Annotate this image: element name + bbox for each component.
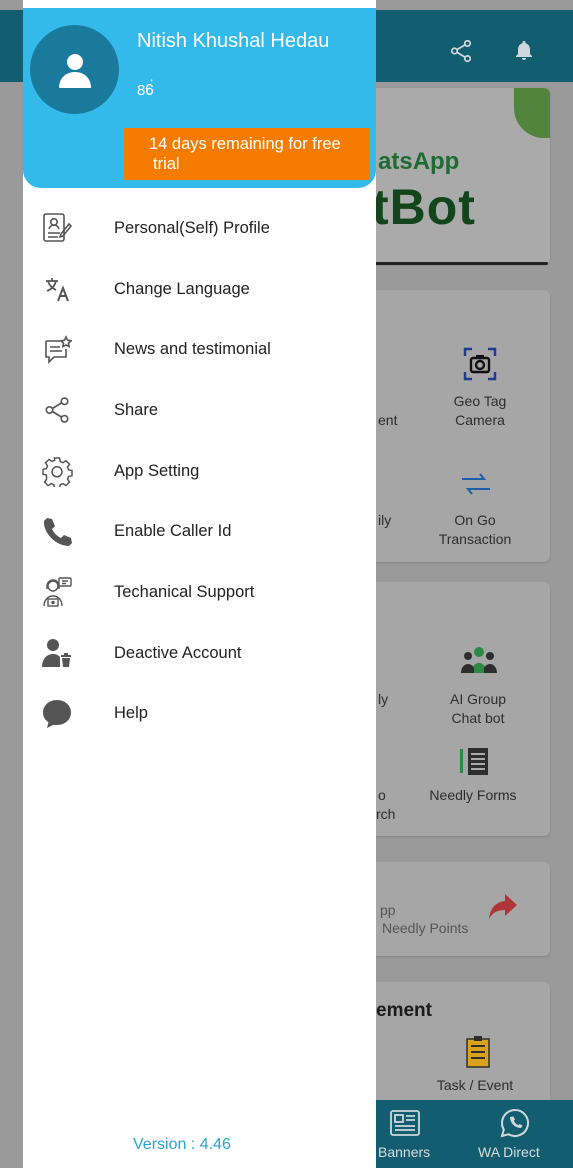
tile-ai-group-label-2: Chat bot — [451, 710, 505, 726]
tile-needly-forms-label: Needly Forms — [429, 787, 517, 803]
partial-label: ly — [378, 691, 389, 707]
partial-label: ily — [378, 512, 392, 528]
menu-item-label: Techanical Support — [114, 582, 255, 601]
menu-item-label: App Setting — [114, 461, 200, 480]
banner-line2: tBot — [372, 179, 476, 235]
group-icon[interactable] — [460, 643, 498, 686]
menu-item-share[interactable]: Share — [23, 380, 376, 441]
partial-label: rch — [376, 806, 396, 822]
banner-underline — [360, 262, 548, 265]
menu-item-news[interactable]: News and testimonial — [23, 319, 376, 380]
tile-on-go-label-2: Transaction — [438, 531, 512, 547]
tile-task-event-label: Task / Event — [436, 1077, 514, 1093]
menu-item-profile[interactable]: Personal(Self) Profile — [23, 198, 376, 259]
user-icon — [58, 53, 91, 88]
banner-decoration — [514, 88, 550, 138]
menu-item-label: Change Language — [114, 279, 250, 298]
tile-ai-group-label-1: AI Group — [449, 691, 507, 707]
trial-text-line2: trial — [153, 155, 180, 173]
profile-icon — [39, 210, 75, 246]
tile-geo-tag-label-2: Camera — [455, 412, 505, 428]
avatar[interactable] — [30, 25, 119, 114]
nav-wa-direct-label[interactable]: WA Direct — [478, 1144, 540, 1160]
drawer-menu: Personal(Self) Profile Change Language N… — [23, 198, 376, 744]
news-icon — [39, 332, 75, 368]
support-icon — [39, 574, 75, 610]
app-version: Version : 4.46 — [133, 1136, 231, 1153]
menu-item-change-language[interactable]: Change Language — [23, 259, 376, 320]
bell-icon[interactable] — [512, 38, 536, 70]
task-icon[interactable] — [464, 1036, 492, 1075]
menu-item-label: Personal(Self) Profile — [114, 218, 270, 237]
menu-item-label: Share — [114, 400, 159, 419]
camera-icon[interactable] — [462, 346, 498, 389]
forward-arrow-icon[interactable] — [486, 892, 520, 927]
bottom-nav: Banners WA Direct — [376, 1100, 573, 1168]
needly-points-label: Needly Points — [382, 920, 469, 936]
menu-item-help[interactable]: Help — [23, 684, 376, 745]
menu-item-label: News and testimonial — [114, 340, 271, 359]
user-name: Nitish Khushal Hedau — [137, 30, 330, 52]
menu-item-label: Help — [114, 704, 148, 723]
drawer-header: Nitish Khushal Hedau 86่ 14 days remaini… — [23, 8, 376, 188]
menu-item-caller-id[interactable]: Enable Caller Id — [23, 501, 376, 562]
menu-item-deactivate[interactable]: Deactive Account — [23, 623, 376, 684]
chat-bubble-icon — [39, 696, 75, 732]
phone-icon — [39, 514, 75, 550]
user-phone: 86่ — [137, 82, 154, 99]
navigation-drawer: Nitish Khushal Hedau 86่ 14 days remaini… — [23, 0, 376, 1168]
trial-text-line1: 14 days remaining for free — [149, 135, 341, 153]
tile-on-go-label-1: On Go — [454, 512, 496, 528]
partial-label: ent — [378, 412, 398, 428]
partial-label: pp — [380, 902, 396, 918]
transfer-icon[interactable] — [456, 470, 496, 505]
tile-geo-tag-label-1: Geo Tag — [453, 393, 507, 409]
trial-badge[interactable]: 14 days remaining for free trial — [124, 128, 370, 180]
menu-item-label: Enable Caller Id — [114, 522, 232, 541]
screen: atsApp tBot Geo Tag Camera ent On Go Tra… — [0, 0, 573, 1168]
chatbot-banner[interactable]: atsApp tBot — [360, 88, 550, 264]
partial-label: o — [378, 787, 386, 803]
banner-line1: atsApp — [378, 148, 460, 175]
menu-item-label: Deactive Account — [114, 643, 242, 662]
share-icon[interactable] — [448, 38, 474, 70]
translate-icon — [39, 271, 75, 307]
menu-item-technical-support[interactable]: Techanical Support — [23, 562, 376, 623]
whatsapp-icon[interactable] — [500, 1108, 530, 1143]
banners-icon[interactable] — [390, 1110, 420, 1141]
forms-icon[interactable] — [458, 745, 492, 784]
nav-banners-label[interactable]: Banners — [378, 1144, 430, 1160]
user-delete-icon — [39, 635, 75, 671]
share-icon — [39, 392, 75, 428]
menu-item-app-setting[interactable]: App Setting — [23, 441, 376, 502]
gear-icon — [39, 453, 75, 489]
section-heading: ement — [376, 1000, 432, 1021]
